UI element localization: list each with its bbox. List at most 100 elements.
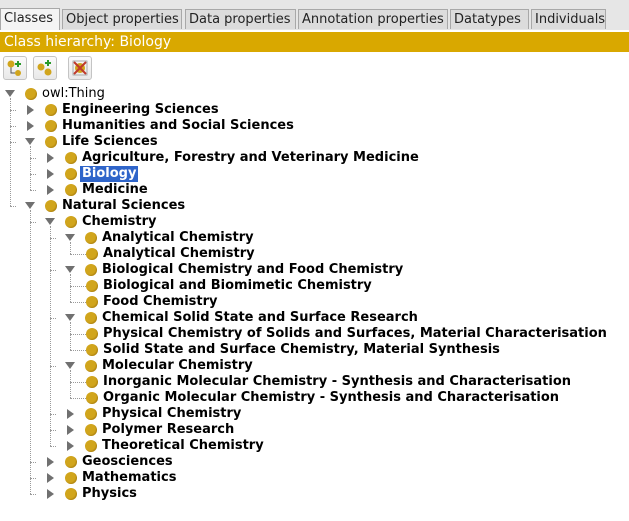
tab-classes[interactable]: Classes [0,8,60,30]
tree-node[interactable]: owl:Thing [0,86,629,102]
tab-bar: Classes Object properties Data propertie… [0,0,629,30]
add-sibling-class-button[interactable] [33,56,57,80]
tab-datatypes[interactable]: Datatypes [450,9,529,29]
tree-node[interactable]: Physics [0,486,629,502]
tree-node[interactable]: Chemistry [0,214,629,230]
class-icon [86,392,98,404]
collapse-toggle-icon[interactable] [45,472,55,483]
class-label[interactable]: Life Sciences [60,134,160,150]
class-label[interactable]: Inorganic Molecular Chemistry - Synthesi… [101,374,573,390]
class-icon [85,424,97,436]
tree-node[interactable]: Polymer Research [0,422,629,438]
expand-toggle-icon[interactable] [65,264,75,274]
delete-class-icon [72,60,88,76]
tree-node[interactable]: Biological and Biomimetic Chemistry [0,278,629,294]
class-label[interactable]: Medicine [80,182,150,198]
tree-node[interactable]: Geosciences [0,454,629,470]
class-label[interactable]: Engineering Sciences [60,102,221,118]
class-icon [65,472,77,484]
class-label[interactable]: Humanities and Social Sciences [60,118,296,134]
class-label[interactable]: Polymer Research [100,422,236,438]
class-icon [85,408,97,420]
class-label[interactable]: Physics [80,486,139,502]
collapse-toggle-icon[interactable] [25,120,35,131]
class-label[interactable]: Molecular Chemistry [100,358,255,374]
tree-node[interactable]: Food Chemistry [0,294,629,310]
tab-annotation-properties[interactable]: Annotation properties [298,9,448,29]
class-label[interactable]: Food Chemistry [101,294,220,310]
tree-node[interactable]: Natural Sciences [0,198,629,214]
tree-node[interactable]: Analytical Chemistry [0,246,629,262]
collapse-toggle-icon[interactable] [65,440,75,451]
tree-node[interactable]: Life Sciences [0,134,629,150]
collapse-toggle-icon[interactable] [65,424,75,435]
class-icon [25,88,37,100]
tree-node[interactable]: Physical Chemistry [0,406,629,422]
expand-toggle-icon[interactable] [65,312,75,322]
class-icon [85,232,97,244]
expand-toggle-icon[interactable] [25,200,35,210]
tree-node[interactable]: Physical Chemistry of Solids and Surface… [0,326,629,342]
collapse-toggle-icon[interactable] [45,488,55,499]
expand-toggle-icon[interactable] [65,232,75,242]
class-icon [65,184,77,196]
collapse-toggle-icon[interactable] [45,168,55,179]
expand-toggle-icon[interactable] [25,136,35,146]
add-subclass-button[interactable] [3,56,27,80]
tree-node[interactable]: Mathematics [0,470,629,486]
class-label[interactable]: Organic Molecular Chemistry - Synthesis … [101,390,561,406]
tab-individuals[interactable]: Individuals [531,9,606,29]
collapse-toggle-icon[interactable] [45,456,55,467]
selected-class-label[interactable]: Biology [80,166,139,182]
expand-toggle-icon[interactable] [45,216,55,226]
tab-data-properties[interactable]: Data properties [185,9,296,29]
add-subclass-icon [7,60,21,76]
class-label[interactable]: Biological Chemistry and Food Chemistry [100,262,405,278]
class-icon [86,344,98,356]
tree-node[interactable]: Inorganic Molecular Chemistry - Synthesi… [0,374,629,390]
tree-node[interactable]: Engineering Sciences [0,102,629,118]
collapse-toggle-icon[interactable] [45,184,55,195]
class-toolbar [0,54,629,82]
expand-toggle-icon[interactable] [65,360,75,370]
class-label[interactable]: Mathematics [80,470,178,486]
class-label[interactable]: Analytical Chemistry [101,246,257,262]
tab-object-properties[interactable]: Object properties [62,9,182,29]
tree-node[interactable]: Molecular Chemistry [0,358,629,374]
collapse-toggle-icon[interactable] [45,152,55,163]
tree-node[interactable]: Chemical Solid State and Surface Researc… [0,310,629,326]
class-icon [65,456,77,468]
class-icon [85,312,97,324]
class-label[interactable]: Natural Sciences [60,198,187,214]
class-label[interactable]: Chemistry [80,214,158,230]
class-label[interactable]: Physical Chemistry [100,406,243,422]
collapse-toggle-icon[interactable] [65,408,75,419]
class-label[interactable]: Chemical Solid State and Surface Researc… [100,310,420,326]
class-label[interactable]: owl:Thing [40,86,107,102]
delete-class-button[interactable] [68,56,92,80]
class-icon [85,360,97,372]
tree-node[interactable]: Organic Molecular Chemistry - Synthesis … [0,390,629,406]
tree-node[interactable]: Solid State and Surface Chemistry, Mater… [0,342,629,358]
class-icon [86,296,98,308]
tree-node[interactable]: Analytical Chemistry [0,230,629,246]
class-icon [65,488,77,500]
class-label[interactable]: Solid State and Surface Chemistry, Mater… [101,342,502,358]
tree-node[interactable]: Agriculture, Forestry and Veterinary Med… [0,150,629,166]
class-label[interactable]: Theoretical Chemistry [100,438,266,454]
class-label[interactable]: Agriculture, Forestry and Veterinary Med… [80,150,421,166]
class-label[interactable]: Analytical Chemistry [100,230,256,246]
class-icon [45,104,57,116]
add-sibling-class-icon [37,60,52,76]
tree-node[interactable]: Medicine [0,182,629,198]
collapse-toggle-icon[interactable] [25,104,35,115]
class-icon [45,200,57,212]
class-label[interactable]: Biological and Biomimetic Chemistry [101,278,374,294]
tree-node[interactable]: Biology [0,166,629,182]
expand-toggle-icon[interactable] [5,88,15,98]
class-label[interactable]: Physical Chemistry of Solids and Surface… [101,326,609,342]
class-label[interactable]: Geosciences [80,454,175,470]
tree-node[interactable]: Humanities and Social Sciences [0,118,629,134]
tree-node[interactable]: Theoretical Chemistry [0,438,629,454]
tree-node[interactable]: Biological Chemistry and Food Chemistry [0,262,629,278]
